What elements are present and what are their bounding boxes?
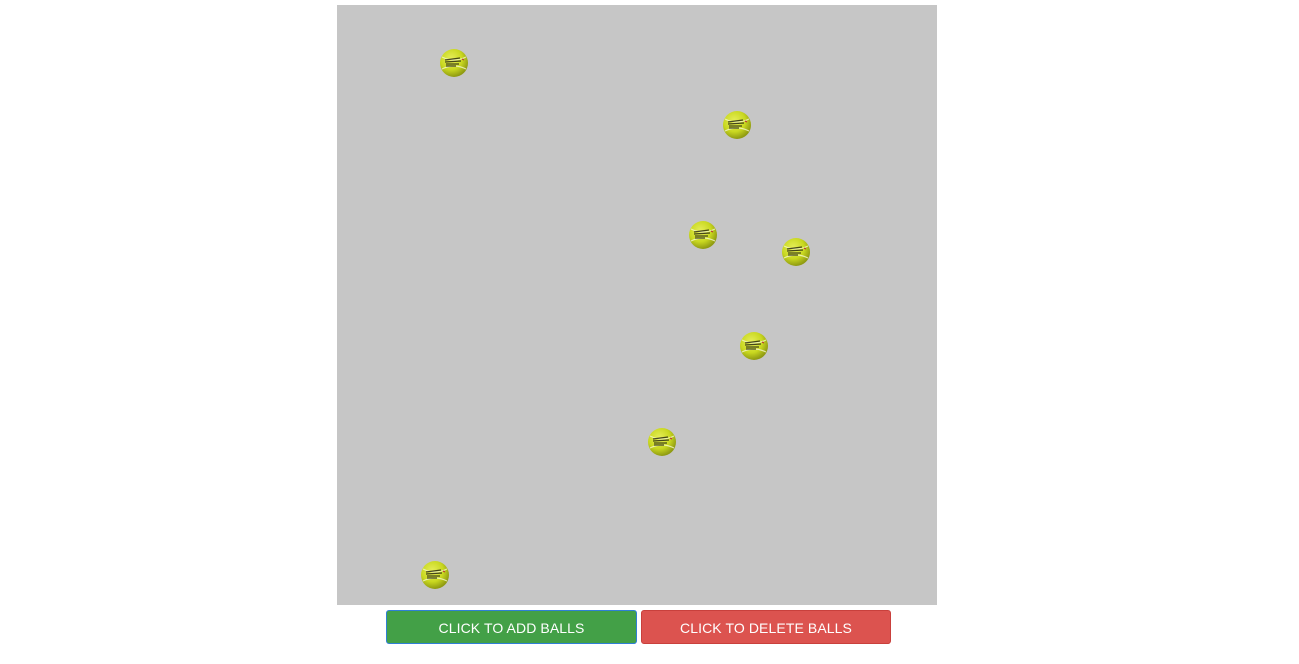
tennis-ball-icon (722, 110, 752, 140)
tennis-ball-icon (688, 220, 718, 250)
tennis-ball-icon (647, 427, 677, 457)
tennis-ball-icon (781, 237, 811, 267)
tennis-ball-icon (420, 560, 450, 590)
add-balls-button[interactable]: CLICK TO ADD BALLS (386, 610, 637, 644)
delete-balls-button[interactable]: CLICK TO DELETE BALLS (641, 610, 891, 644)
game-canvas (337, 5, 937, 605)
tennis-ball-icon (739, 331, 769, 361)
tennis-ball-icon (439, 48, 469, 78)
